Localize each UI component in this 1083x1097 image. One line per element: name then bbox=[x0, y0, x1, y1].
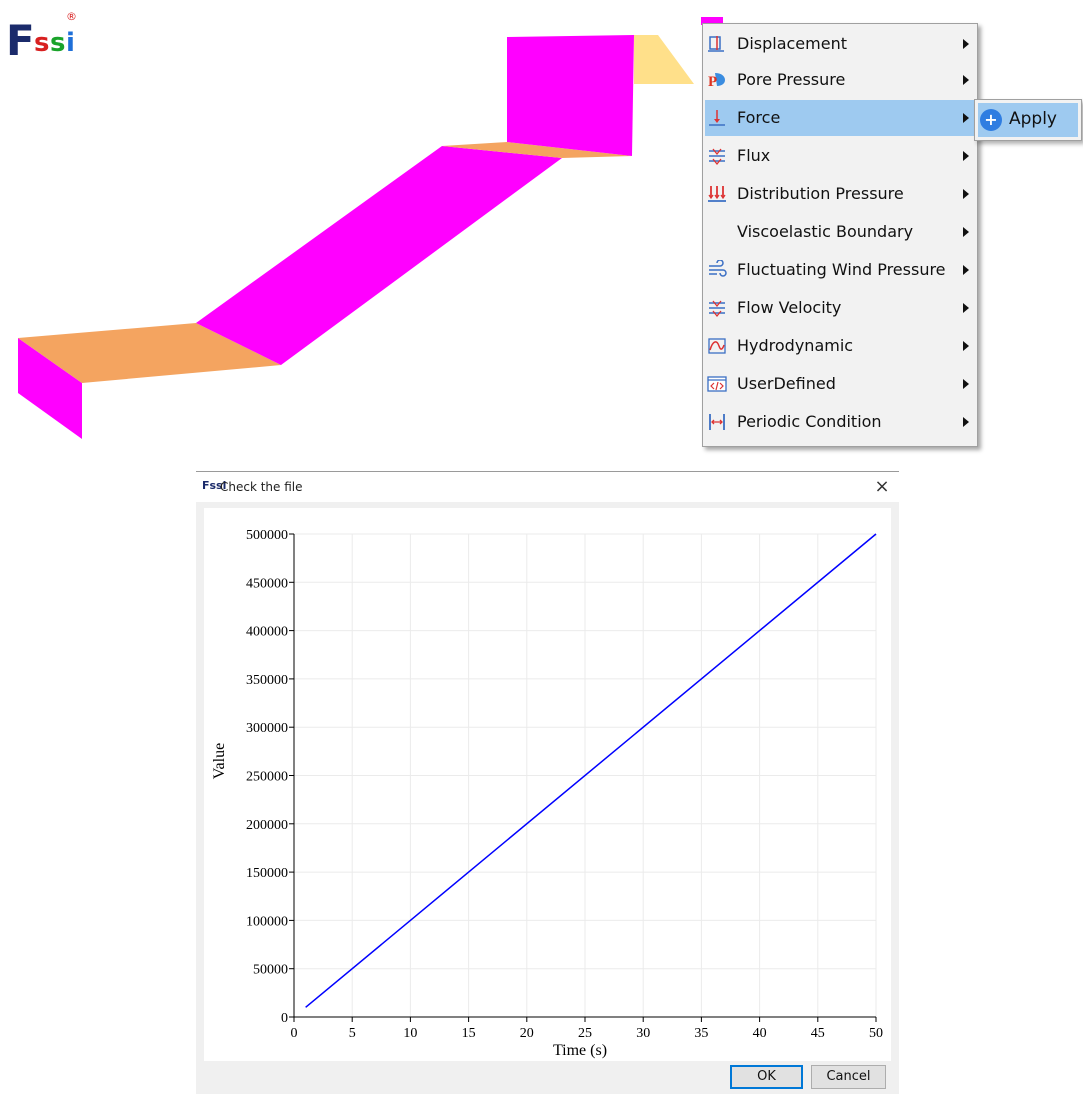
menu-label: Viscoelastic Boundary bbox=[737, 222, 914, 241]
periodic-icon bbox=[709, 414, 725, 430]
y-tick-label: 450000 bbox=[246, 576, 288, 591]
pore-pressure-icon: P bbox=[708, 73, 725, 90]
apply-label: Apply bbox=[1009, 109, 1057, 129]
y-tick-label: 50000 bbox=[253, 963, 288, 978]
submenu-arrow-icon bbox=[963, 75, 969, 85]
menu-item-displacement[interactable]: Displacement bbox=[705, 26, 975, 62]
wind-icon bbox=[709, 260, 727, 277]
x-axis-label: Time (s) bbox=[553, 1042, 607, 1059]
cancel-button[interactable]: Cancel bbox=[811, 1065, 886, 1089]
x-tick-label: 5 bbox=[349, 1026, 356, 1041]
y-tick-label: 100000 bbox=[246, 914, 288, 929]
force-icon bbox=[709, 110, 725, 126]
model-face-ramp[interactable] bbox=[196, 146, 562, 365]
submenu-arrow-icon bbox=[963, 189, 969, 199]
x-tick-label: 40 bbox=[753, 1026, 767, 1041]
menu-label: Flow Velocity bbox=[737, 298, 842, 317]
series bbox=[305, 533, 877, 1008]
menu-item-flux[interactable]: Flux bbox=[705, 138, 975, 174]
submenu-arrow-icon bbox=[963, 303, 969, 313]
model-face-upper-wall[interactable] bbox=[507, 35, 634, 156]
menu-item-force[interactable]: Force bbox=[705, 100, 975, 136]
submenu-arrow-icon bbox=[963, 39, 969, 49]
submenu-arrow-icon bbox=[963, 113, 969, 123]
menu-label: Displacement bbox=[737, 34, 847, 53]
y-tick-label: 350000 bbox=[246, 673, 288, 688]
x-tick-label: 30 bbox=[636, 1026, 650, 1041]
menu-item-periodic-condition[interactable]: Periodic Condition bbox=[705, 404, 975, 440]
submenu-arrow-icon bbox=[963, 379, 969, 389]
x-tick-label: 15 bbox=[462, 1026, 476, 1041]
x-tick-label: 20 bbox=[520, 1026, 534, 1041]
menu-item-pore-pressure[interactable]: P Pore Pressure bbox=[705, 62, 975, 98]
y-tick-label: 0 bbox=[281, 1011, 288, 1026]
submenu-arrow-icon bbox=[963, 265, 969, 275]
y-axis-label: Value bbox=[211, 743, 228, 779]
y-tick-label: 500000 bbox=[246, 528, 288, 543]
menu-label: Pore Pressure bbox=[737, 70, 846, 89]
menu-label: Force bbox=[737, 108, 781, 127]
x-tick-label: 35 bbox=[694, 1026, 708, 1041]
x-tick-label: 45 bbox=[811, 1026, 825, 1041]
y-tick-label: 150000 bbox=[246, 866, 288, 881]
menu-label: UserDefined bbox=[737, 374, 836, 393]
check-file-dialog: Fssi Check the file × 0 5 10 15 20 25 30 35 40 45… bbox=[196, 471, 899, 1094]
flux-icon bbox=[709, 148, 725, 166]
submenu-arrow-icon bbox=[963, 151, 969, 161]
menu-label: Distribution Pressure bbox=[737, 184, 904, 203]
submenu-arrow-icon bbox=[963, 227, 969, 237]
y-tick-label: 400000 bbox=[246, 625, 288, 640]
hydrodynamic-icon bbox=[708, 338, 726, 354]
submenu-arrow-icon bbox=[963, 341, 969, 351]
x-tick-label: 0 bbox=[291, 1026, 298, 1041]
y-tick-label: 200000 bbox=[246, 818, 288, 833]
ok-button[interactable]: OK bbox=[730, 1065, 803, 1089]
distribution-pressure-icon bbox=[708, 186, 726, 202]
line-chart: 0 5 10 15 20 25 30 35 40 45 50 0 50000 100000 150000 20… bbox=[211, 528, 883, 1059]
y-tick-label: 300000 bbox=[246, 721, 288, 736]
x-tick-label: 10 bbox=[403, 1026, 417, 1041]
code-icon bbox=[707, 376, 727, 392]
svg-text:P: P bbox=[708, 74, 717, 90]
submenu-arrow-icon bbox=[963, 417, 969, 427]
menu-label: Hydrodynamic bbox=[737, 336, 854, 355]
menu-item-viscoelastic-boundary[interactable]: Viscoelastic Boundary bbox=[705, 214, 975, 250]
apply-menu-item[interactable]: + Apply bbox=[978, 103, 1078, 137]
x-tick-label: 25 bbox=[578, 1026, 592, 1041]
menu-label: Fluctuating Wind Pressure bbox=[737, 260, 946, 279]
dialog-title: Check the file bbox=[220, 480, 303, 494]
menu-item-userdefined[interactable]: UserDefined bbox=[705, 366, 975, 402]
menu-item-flow-velocity[interactable]: Flow Velocity bbox=[705, 290, 975, 326]
dialog-titlebar[interactable]: Fssi Check the file × bbox=[196, 472, 899, 502]
y-tick-label: 250000 bbox=[246, 770, 288, 785]
displacement-icon bbox=[708, 36, 724, 52]
model-face-upper-top[interactable] bbox=[634, 35, 694, 84]
plot-panel: 0 5 10 15 20 25 30 35 40 45 50 0 50000 100000 150000 20… bbox=[204, 508, 891, 1061]
menu-item-hydrodynamic[interactable]: Hydrodynamic bbox=[705, 328, 975, 364]
series-line bbox=[305, 533, 877, 1008]
ticks: 0 5 10 15 20 25 30 35 40 45 50 0 50000 100000 150000 20… bbox=[246, 528, 883, 1041]
close-button[interactable]: × bbox=[870, 475, 894, 499]
menu-item-distribution-pressure[interactable]: Distribution Pressure bbox=[705, 176, 975, 212]
x-tick-label: 50 bbox=[869, 1026, 883, 1041]
force-submenu: + Apply bbox=[974, 99, 1082, 141]
menu-item-fluctuating-wind-pressure[interactable]: Fluctuating Wind Pressure bbox=[705, 252, 975, 288]
menu-label: Flux bbox=[737, 146, 771, 165]
menu-label: Periodic Condition bbox=[737, 412, 882, 431]
context-menu: Displacement P Pore Pressure Force Flux … bbox=[702, 23, 978, 447]
flow-velocity-icon bbox=[709, 300, 725, 318]
plus-circle-icon: + bbox=[980, 109, 1002, 131]
